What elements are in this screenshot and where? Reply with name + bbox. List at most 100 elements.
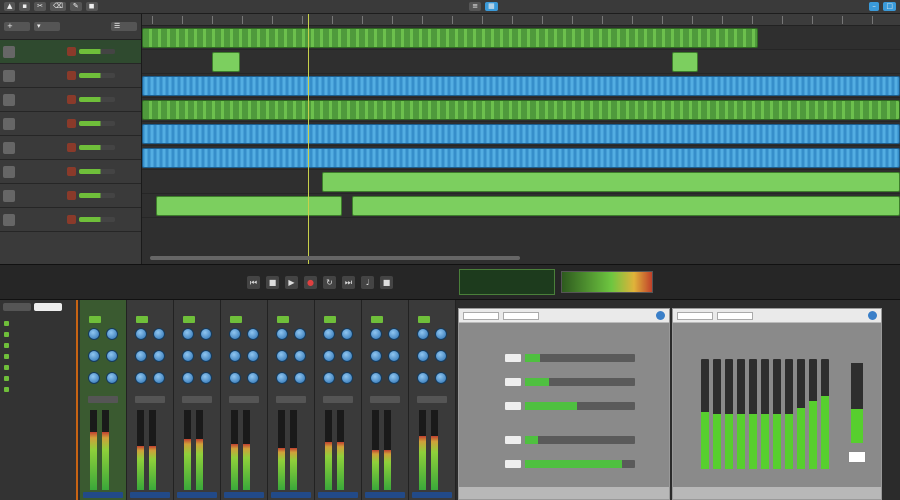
track-header[interactable]	[0, 208, 141, 232]
compressor-param[interactable]	[469, 401, 635, 411]
channel-knob[interactable]	[435, 328, 447, 340]
param-slider[interactable]	[525, 436, 635, 444]
channel-enable-button[interactable]	[418, 316, 430, 323]
channel-enable-button[interactable]	[89, 316, 101, 323]
stop-button[interactable]: ■	[266, 275, 279, 289]
track-header[interactable]	[0, 160, 141, 184]
channel-knob[interactable]	[370, 350, 382, 362]
track-volume-fader[interactable]	[79, 121, 115, 126]
eq-band-slider[interactable]	[797, 359, 805, 469]
play-button[interactable]: ▶	[285, 275, 298, 289]
compressor-param[interactable]	[469, 377, 635, 387]
mute-tool-button[interactable]: ◼	[85, 2, 98, 11]
track-header[interactable]	[0, 40, 141, 64]
rewind-button[interactable]: ⏮	[247, 275, 260, 289]
browser-item[interactable]	[4, 340, 72, 351]
channel-insert-slot[interactable]	[182, 396, 212, 403]
channel-knob[interactable]	[276, 350, 288, 362]
channel-knob[interactable]	[417, 372, 429, 384]
audio-clip[interactable]	[142, 124, 900, 144]
eq-band-slider[interactable]	[809, 359, 817, 469]
channel-insert-slot[interactable]	[229, 396, 259, 403]
metronome-button[interactable]: ♩	[361, 275, 374, 289]
channel-knob[interactable]	[323, 328, 335, 340]
track-options-button[interactable]: ▾	[34, 22, 60, 31]
track-volume-fader[interactable]	[79, 193, 115, 198]
channel-insert-slot[interactable]	[135, 396, 165, 403]
channel-knob[interactable]	[323, 372, 335, 384]
param-slider[interactable]	[525, 378, 635, 386]
eq-band-slider[interactable]	[737, 359, 745, 469]
channel-knob[interactable]	[294, 350, 306, 362]
track-header[interactable]	[0, 88, 141, 112]
channel-knob[interactable]	[341, 372, 353, 384]
pointer-tool-button[interactable]: ▲	[4, 2, 16, 11]
arrangement-view[interactable]	[142, 14, 900, 264]
compressor-power-icon[interactable]	[656, 311, 665, 320]
channel-knob[interactable]	[229, 328, 241, 340]
loop-button[interactable]: ↻	[323, 275, 336, 289]
channel-enable-button[interactable]	[183, 316, 195, 323]
param-slider[interactable]	[525, 402, 635, 410]
channel-knob[interactable]	[370, 372, 382, 384]
channel-knob[interactable]	[388, 372, 400, 384]
channel-knob[interactable]	[106, 372, 118, 384]
channel-knob[interactable]	[106, 328, 118, 340]
window-max-button[interactable]: □	[883, 2, 897, 11]
track-volume-fader[interactable]	[79, 73, 115, 78]
record-button[interactable]: ●	[304, 275, 317, 289]
timeline-ruler[interactable]	[142, 14, 900, 26]
eq-band-slider[interactable]	[785, 359, 793, 469]
equalizer-power-icon[interactable]	[868, 311, 877, 320]
channel-knob[interactable]	[182, 372, 194, 384]
channel-enable-button[interactable]	[324, 316, 336, 323]
channel-knob[interactable]	[200, 328, 212, 340]
channel-knob[interactable]	[153, 350, 165, 362]
channel-knob[interactable]	[341, 350, 353, 362]
channel-knob[interactable]	[276, 328, 288, 340]
channel-insert-slot[interactable]	[323, 396, 353, 403]
channel-knob[interactable]	[435, 372, 447, 384]
range-tool-button[interactable]: ▪	[19, 2, 31, 11]
channel-knob[interactable]	[247, 328, 259, 340]
audio-clip[interactable]	[352, 196, 900, 216]
channel-insert-slot[interactable]	[88, 396, 118, 403]
mute-button[interactable]	[67, 191, 76, 200]
param-value-box[interactable]	[505, 354, 521, 362]
track-header[interactable]	[0, 136, 141, 160]
channel-knob[interactable]	[182, 328, 194, 340]
view-toggle-button[interactable]: ▦	[485, 2, 498, 11]
eq-band-slider[interactable]	[713, 359, 721, 469]
track-view-button[interactable]: ☰	[111, 22, 137, 31]
erase-tool-button[interactable]: ⌫	[50, 2, 66, 11]
punch-button[interactable]: ■	[380, 275, 393, 289]
compressor-preset-select[interactable]	[463, 311, 499, 320]
channel-knob[interactable]	[182, 350, 194, 362]
equalizer-preset-select[interactable]	[677, 311, 713, 320]
browser-item[interactable]	[4, 384, 72, 395]
audio-clip[interactable]	[212, 52, 240, 72]
browser-item[interactable]	[4, 351, 72, 362]
track-header[interactable]	[0, 112, 141, 136]
mute-button[interactable]	[67, 47, 76, 56]
compressor-param[interactable]	[469, 459, 635, 469]
param-value-box[interactable]	[505, 378, 521, 386]
split-tool-button[interactable]: ✂	[34, 2, 47, 11]
channel-knob[interactable]	[88, 328, 100, 340]
param-value-box[interactable]	[505, 460, 521, 468]
audio-clip[interactable]	[672, 52, 698, 72]
tab-instruments[interactable]	[34, 303, 62, 311]
channel-knob[interactable]	[417, 328, 429, 340]
channel-knob[interactable]	[229, 350, 241, 362]
audio-clip[interactable]	[142, 100, 900, 120]
compressor-param[interactable]	[469, 435, 635, 445]
eq-band-slider[interactable]	[773, 359, 781, 469]
channel-knob[interactable]	[153, 328, 165, 340]
browser-item[interactable]	[4, 318, 72, 329]
channel-knob[interactable]	[341, 328, 353, 340]
track-header[interactable]	[0, 64, 141, 88]
channel-knob[interactable]	[294, 328, 306, 340]
eq-output-knob[interactable]	[848, 451, 866, 463]
channel-knob[interactable]	[294, 372, 306, 384]
eq-band-slider[interactable]	[725, 359, 733, 469]
